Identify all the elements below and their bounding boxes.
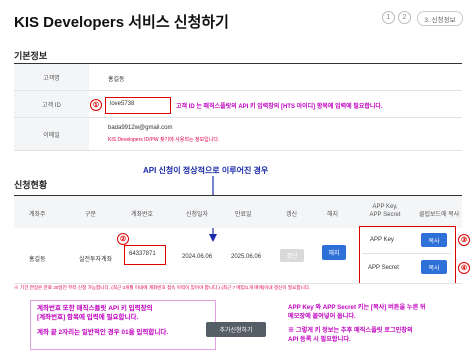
add-application-button[interactable]: 추가신청하기 [206, 322, 266, 337]
page-title: KIS Developers 서비스 신청하기 [14, 14, 229, 31]
cancel-button[interactable]: 해지 [322, 245, 346, 260]
account-note-box: 계좌번호 또한 매직스플릿 API 키 입력창의 [계좌번호] 항목에 입력에 … [30, 300, 216, 350]
email-helper-text: KIS Developers ID/PW 찾기에 사용되는 정보입니다. [108, 137, 220, 143]
expire-date-value: 2025.06.06 [231, 254, 262, 260]
basic-info-title: 기본정보 [14, 51, 48, 61]
app-keys-note-line: API 등록 시 필요합니다. [288, 336, 351, 343]
header-cancel: 해지 [327, 212, 339, 218]
header-app-keys: APP Key, APP Secret [369, 204, 401, 218]
account-note-line: 계좌 끝 2자리는 일반적인 경우 01을 입력합니다. [37, 329, 169, 336]
step-1-indicator: 1 [382, 11, 395, 24]
step-2-indicator: 2 [398, 11, 411, 24]
customer-name-value: 홍길동 [108, 77, 125, 83]
header-renew: 갱신 [286, 212, 298, 218]
header-copy: 클립보드에 복사 [419, 212, 460, 218]
header-apply-date: 신청일자 [186, 212, 209, 218]
app-keys-note-line: 메모장에 붙여넣어 둡니다. [288, 313, 356, 320]
copy-app-secret-button[interactable]: 복사 [421, 260, 447, 274]
apply-date-value: 2024.06.06 [182, 254, 213, 260]
app-keys-note-text: APP Key 와 APP Secret 키는 [복사] 버튼을 누른 뒤 메모… [286, 300, 470, 344]
success-note: API 신청이 정상적으로 이루어진 경우 [143, 166, 269, 175]
app-keys-note-line: APP Key 와 APP Secret 키는 [복사] 버튼을 누른 뒤 [288, 304, 426, 311]
app-keys-note-box: APP Key 와 APP Secret 키는 [복사] 버튼을 누른 뒤 메모… [286, 300, 470, 352]
label-email: 이메일 [14, 118, 89, 150]
account-note-line: [계좌번호] 항목에 입력에 필요합니다. [37, 314, 139, 321]
row-divider [14, 283, 462, 284]
copy-app-key-button[interactable]: 복사 [421, 233, 447, 247]
account-note-text: 계좌번호 또한 매직스플릿 API 키 입력창의 [계좌번호] 항목에 입력에 … [31, 301, 215, 337]
account-type-value: 실전투자계좌 [79, 257, 113, 263]
app-secret-label: APP Secret [368, 265, 399, 271]
header-type: 구분 [85, 212, 97, 218]
status-title: 신청현황 [14, 180, 48, 190]
row-divider [362, 253, 451, 254]
annotation-marker-3: ③ [458, 234, 470, 246]
account-number-value: 64337871 [129, 251, 156, 257]
row-divider [14, 150, 462, 151]
step-3-indicator: 3. 신청정보 [417, 11, 463, 26]
header-owner: 계좌주 [29, 212, 46, 218]
email-value: bada9912w@gmail.com [108, 125, 173, 131]
customer-id-value: love5738 [110, 101, 135, 107]
label-customer-id: 고객 ID [14, 91, 89, 117]
label-customer-name: 고객명 [14, 64, 89, 90]
header-expire-date: 만료일 [235, 212, 252, 218]
status-footnote: ※ 기간 연장은 만료 30일전 부터 신청 가능합니다. (최근 3개월 이내… [14, 285, 311, 290]
customer-id-annotation: 고객 ID 는 매직스플릿의 API 키 입력창의 [HTS 아이디] 항목에 … [176, 104, 383, 110]
annotation-marker-4: ④ [458, 262, 470, 274]
header-account: 계좌번호 [131, 212, 154, 218]
annotation-marker-2: ② [117, 233, 129, 245]
app-key-label: APP Key [370, 237, 394, 243]
app-keys-note-line: ※ 그렇게 키 정보는 추후 매직스플릿 로그인창의 [288, 327, 413, 334]
owner-value: 홍길동 [29, 257, 46, 263]
renew-button[interactable]: 갱신 [280, 249, 304, 262]
account-note-line: 계좌번호 또한 매직스플릿 API 키 입력창의 [37, 305, 153, 312]
annotation-marker-1: ① [90, 99, 102, 111]
